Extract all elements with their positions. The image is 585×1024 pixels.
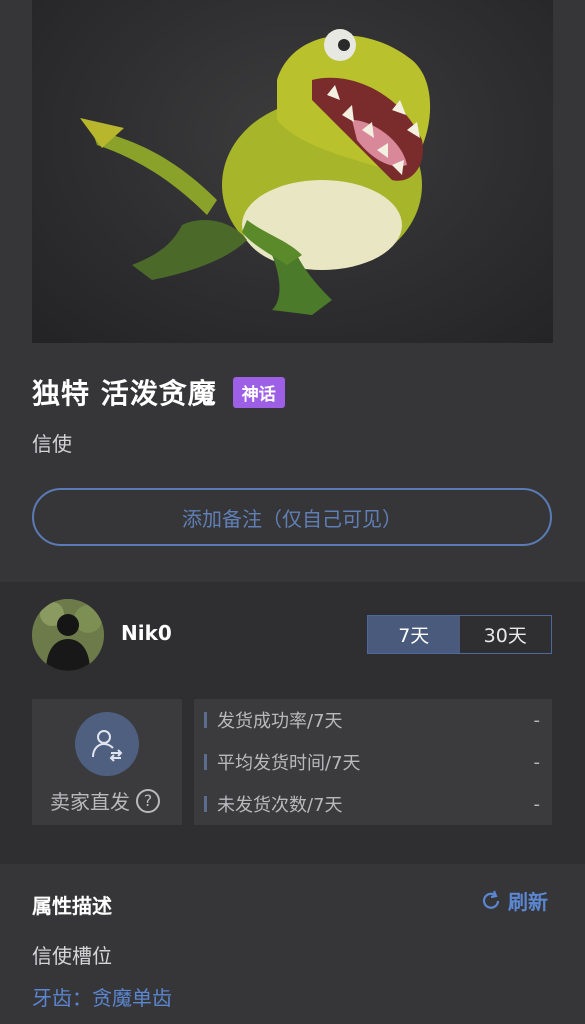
- stat-row: 未发货次数/7天 -: [194, 792, 552, 816]
- seller-stats-panel: 发货成功率/7天 - 平均发货时间/7天 - 未发货次数/7天 -: [194, 699, 552, 825]
- tab-7-days[interactable]: 7天: [368, 616, 460, 653]
- stat-row: 平均发货时间/7天 -: [194, 750, 552, 774]
- refresh-label: 刷新: [508, 890, 548, 914]
- stat-bullet: [204, 754, 207, 770]
- seller-avatar[interactable]: [32, 599, 104, 671]
- item-title-row: 独特 活泼贪魔 神话: [32, 372, 285, 412]
- direct-shipping-label-row: 卖家直发 ?: [50, 786, 160, 815]
- tab-30-days[interactable]: 30天: [459, 616, 551, 653]
- avatar-silhouette-icon: [32, 599, 104, 671]
- stat-value: -: [533, 751, 541, 773]
- refresh-button[interactable]: 刷新: [480, 886, 548, 915]
- direct-shipping-label: 卖家直发: [50, 790, 130, 814]
- rarity-badge: 神话: [232, 376, 285, 408]
- attribute-slot-courier: 信使槽位: [32, 944, 112, 968]
- stat-label: 未发货次数/7天: [217, 795, 343, 816]
- stat-bullet: [204, 796, 207, 812]
- stat-value: -: [533, 709, 541, 731]
- seller-name[interactable]: Nik0: [121, 621, 172, 645]
- period-segmented-control: 7天 30天: [367, 615, 552, 654]
- item-type: 信使: [32, 432, 72, 456]
- refresh-icon: [482, 890, 500, 909]
- question-circle-icon[interactable]: ?: [136, 788, 160, 813]
- seller-direct-icon: [75, 712, 139, 776]
- stat-label: 平均发货时间/7天: [217, 753, 361, 774]
- stat-label: 发货成功率/7天: [217, 711, 343, 732]
- stat-value: -: [533, 793, 541, 815]
- attribute-teeth-link[interactable]: 牙齿：贪魔单齿: [32, 982, 172, 1011]
- attributes-title: 属性描述: [32, 894, 112, 918]
- stat-row: 发货成功率/7天 -: [194, 708, 552, 732]
- item-title: 独特 活泼贪魔: [32, 377, 217, 410]
- stat-bullet: [204, 712, 207, 728]
- item-image: [32, 0, 553, 343]
- creature-illustration: [80, 29, 431, 315]
- add-note-button[interactable]: 添加备注（仅自己可见）: [32, 488, 552, 546]
